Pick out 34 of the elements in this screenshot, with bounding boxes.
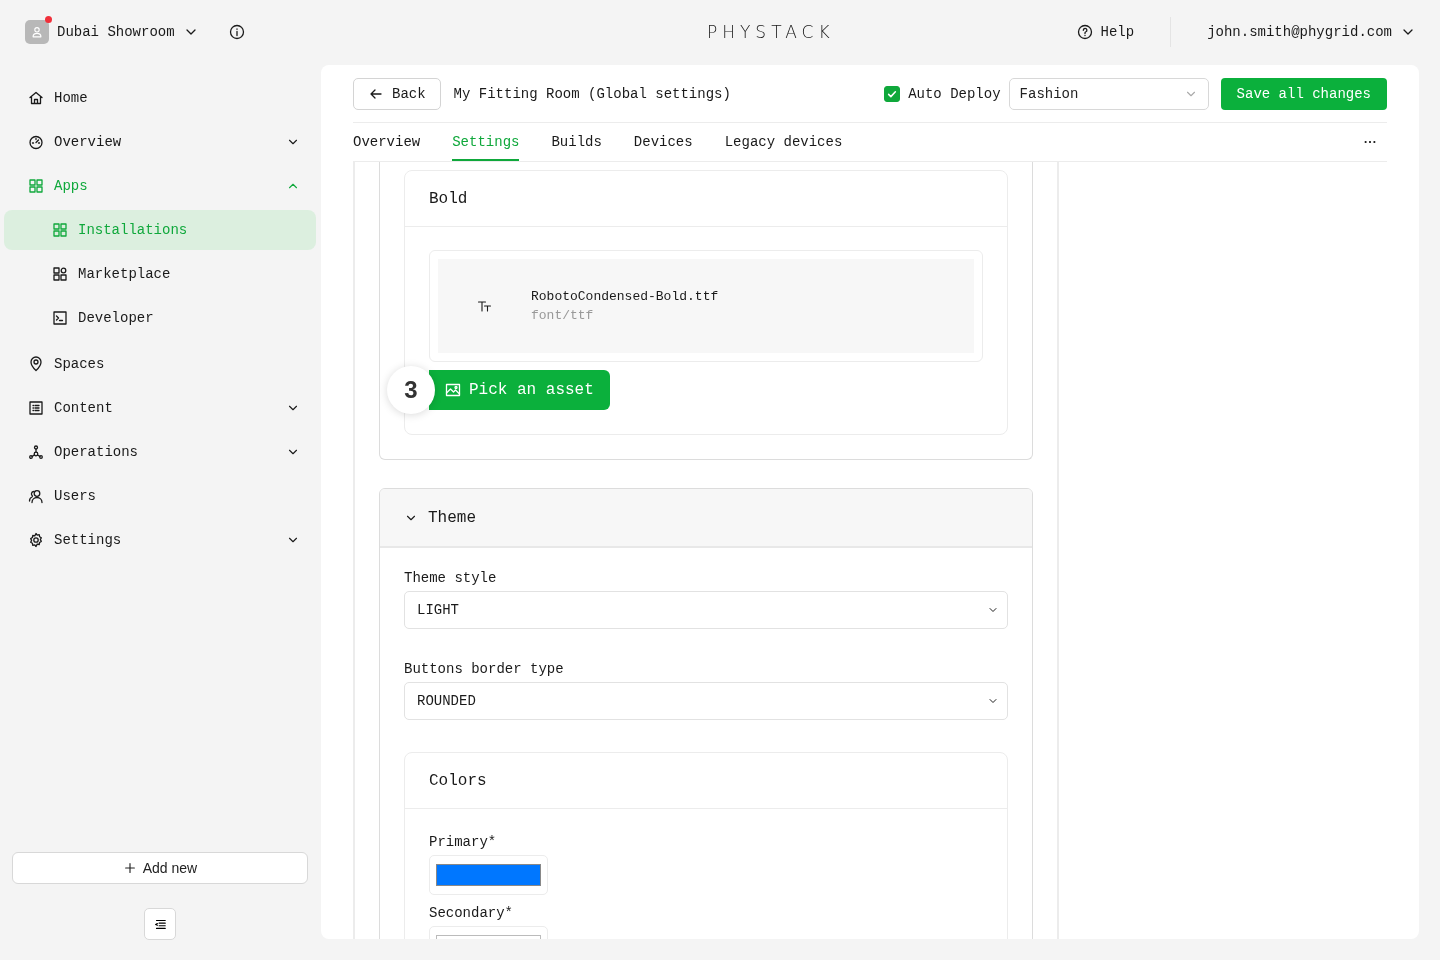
section-title: Colors (405, 753, 1007, 809)
logo[interactable]: PHYSTACK (465, 22, 1077, 42)
field-label: Secondary* (429, 905, 514, 921)
add-new-button[interactable]: Add new (12, 852, 308, 884)
sidebar-item[interactable]: Developer (4, 298, 316, 338)
tab[interactable]: Devices (633, 123, 693, 161)
field-label: Theme style (404, 570, 498, 586)
checkbox-label: Auto Deploy (908, 86, 1001, 102)
tab[interactable]: Overview (353, 123, 421, 161)
sidebar-item[interactable]: Marketplace (4, 254, 316, 294)
sidebar-item[interactable]: Overview (4, 120, 316, 164)
sidebar-item[interactable]: Settings (4, 518, 316, 562)
section-header[interactable]: Theme (380, 489, 1032, 548)
file-name: RobotoCondensed-Bold.ttf (531, 289, 719, 304)
tab[interactable]: Legacy devices (724, 123, 843, 161)
user-email[interactable]: john.smith@phygrid.com (1207, 24, 1392, 40)
tab[interactable]: Builds (551, 123, 602, 161)
category-dropdown[interactable]: Fashion (1008, 78, 1209, 110)
sidebar-item[interactable]: Spaces (4, 342, 316, 386)
file-type: font/ttf (531, 308, 595, 323)
select-field[interactable]: ROUNDED (404, 682, 1008, 720)
workspace-name[interactable]: Dubai Showroom (57, 24, 175, 40)
back-button[interactable]: Back (353, 78, 441, 110)
page-title: My Fitting Room (Global settings) (453, 86, 732, 102)
sidebar-item[interactable]: Content (4, 386, 316, 430)
sidebar-item[interactable]: Operations (4, 430, 316, 474)
sidebar-item[interactable]: Home (4, 76, 316, 120)
select-field[interactable]: LIGHT (404, 591, 1008, 629)
section-title: Bold (405, 171, 1007, 227)
help-link[interactable]: Help (1100, 24, 1135, 40)
field-label: Primary* (429, 834, 498, 850)
field-label: Buttons border type (404, 661, 565, 677)
step-badge: 3 (387, 366, 435, 414)
sidebar-item[interactable]: Users (4, 474, 316, 518)
